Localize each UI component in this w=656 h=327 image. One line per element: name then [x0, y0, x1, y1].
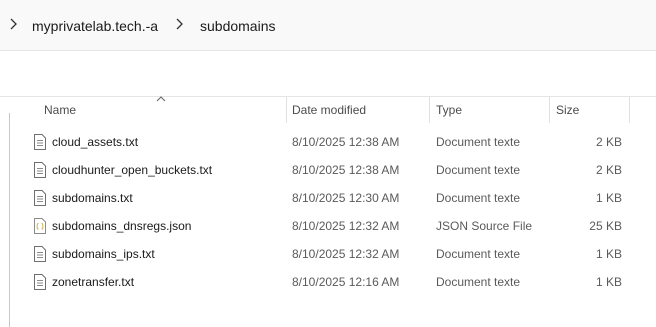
- file-date-modified: 8/10/2025 12:32 AM: [292, 247, 400, 261]
- text-file-icon: [34, 246, 46, 262]
- file-size: 2 KB: [595, 135, 622, 149]
- file-row[interactable]: cloudhunter_open_buckets.txt 8/10/2025 1…: [26, 156, 630, 184]
- file-size: 25 KB: [589, 219, 622, 233]
- text-file-icon: [34, 274, 46, 290]
- column-divider[interactable]: [286, 97, 287, 123]
- file-name: subdomains.txt: [52, 191, 133, 205]
- file-date-modified: 8/10/2025 12:38 AM: [292, 163, 400, 177]
- file-row[interactable]: subdomains.txt 8/10/2025 12:30 AM Docume…: [26, 184, 630, 212]
- column-header-date-modified[interactable]: Date modified: [292, 97, 366, 123]
- command-bar: [0, 51, 656, 97]
- file-list: Name Date modified Type Size cloud_asset…: [0, 96, 656, 327]
- column-divider[interactable]: [629, 97, 630, 123]
- file-name: cloud_assets.txt: [52, 135, 139, 149]
- file-name: subdomains_ips.txt: [52, 247, 155, 261]
- file-row[interactable]: cloud_assets.txt 8/10/2025 12:38 AM Docu…: [26, 128, 630, 156]
- file-name: subdomains_dnsregs.json: [52, 219, 192, 233]
- file-type: JSON Source File: [436, 219, 533, 233]
- address-bar[interactable]: myprivatelab.tech.-a subdomains: [0, 0, 656, 51]
- column-header-size[interactable]: Size: [556, 97, 579, 123]
- json-file-icon: [34, 218, 46, 234]
- text-file-icon: [34, 162, 46, 178]
- file-row[interactable]: subdomains_ips.txt 8/10/2025 12:32 AM Do…: [26, 240, 630, 268]
- file-date-modified: 8/10/2025 12:30 AM: [292, 191, 400, 205]
- file-size: 1 KB: [595, 275, 622, 289]
- file-date-modified: 8/10/2025 12:16 AM: [292, 275, 400, 289]
- file-type: Document texte: [436, 163, 521, 177]
- file-date-modified: 8/10/2025 12:32 AM: [292, 219, 400, 233]
- sort-ascending-icon: [156, 96, 166, 102]
- breadcrumb-item-subdomains[interactable]: subdomains: [200, 17, 276, 35]
- file-name: zonetransfer.txt: [52, 275, 135, 289]
- file-row[interactable]: subdomains_dnsregs.json 8/10/2025 12:32 …: [26, 212, 630, 240]
- file-row[interactable]: zonetransfer.txt 8/10/2025 12:16 AM Docu…: [26, 268, 630, 296]
- file-type: Document texte: [436, 247, 521, 261]
- text-file-icon: [34, 134, 46, 150]
- chevron-right-icon[interactable]: [174, 17, 184, 31]
- file-size: 1 KB: [595, 247, 622, 261]
- text-file-icon: [34, 190, 46, 206]
- breadcrumb-item-myprivatelab[interactable]: myprivatelab.tech.-a: [32, 17, 158, 35]
- file-type: Document texte: [436, 135, 521, 149]
- column-header-name[interactable]: Name: [44, 97, 76, 123]
- file-type: Document texte: [436, 275, 521, 289]
- file-size: 1 KB: [595, 191, 622, 205]
- file-type: Document texte: [436, 191, 521, 205]
- chevron-right-icon[interactable]: [8, 17, 18, 31]
- column-divider[interactable]: [549, 97, 550, 123]
- file-date-modified: 8/10/2025 12:38 AM: [292, 135, 400, 149]
- column-divider[interactable]: [429, 97, 430, 123]
- column-header-type[interactable]: Type: [436, 97, 462, 123]
- navigation-pane-divider[interactable]: [9, 113, 10, 327]
- file-name: cloudhunter_open_buckets.txt: [52, 163, 213, 177]
- file-size: 2 KB: [595, 163, 622, 177]
